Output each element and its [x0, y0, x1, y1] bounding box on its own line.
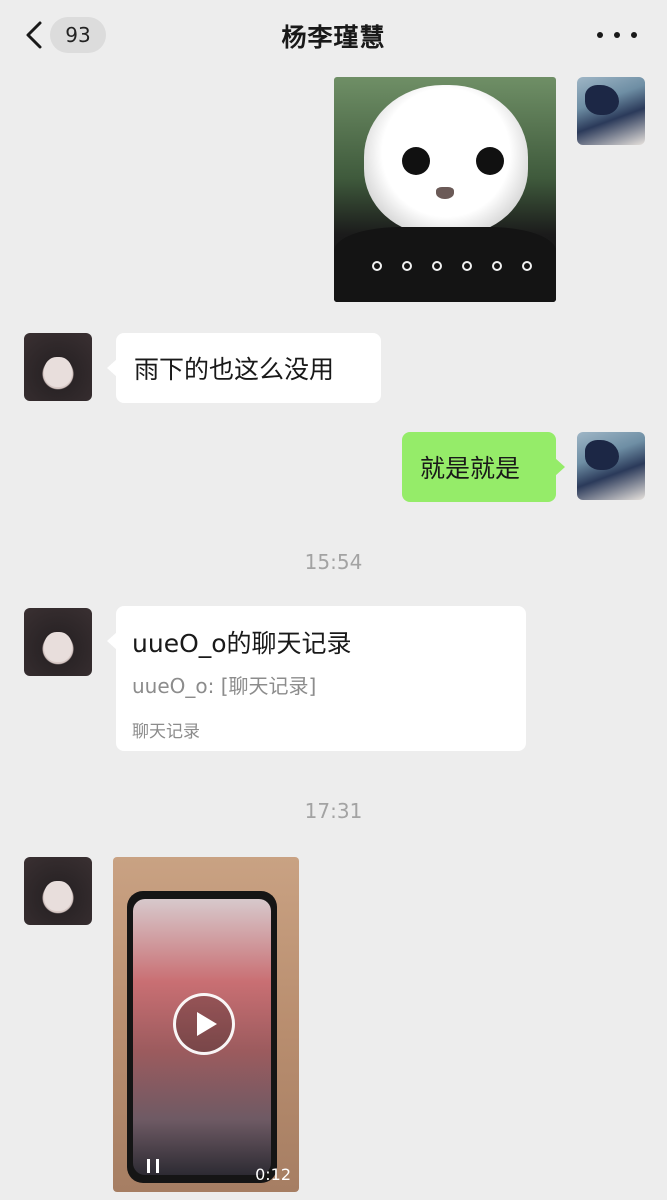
message-bubble[interactable]: 雨下的也这么没用 — [107, 333, 381, 403]
more-button[interactable] — [597, 22, 637, 48]
more-dots-icon — [597, 32, 603, 38]
card-title: uueO_o的聊天记录 — [132, 629, 352, 658]
message-text: 就是就是 — [420, 454, 521, 483]
chat-history-card[interactable]: uueO_o的聊天记录 uueO_o: [聊天记录] 聊天记录 — [107, 606, 526, 751]
message-bubble[interactable]: 就是就是 — [402, 432, 565, 502]
avatar-self[interactable] — [577, 432, 645, 500]
video-message[interactable]: 0:12 — [113, 857, 299, 1192]
play-icon[interactable] — [173, 993, 235, 1055]
sticker-dots — [372, 261, 532, 273]
avatar-self[interactable] — [577, 77, 645, 145]
card-footer: 聊天记录 — [132, 722, 200, 742]
chat-header: 93 杨李瑾慧 — [0, 0, 667, 70]
message-text: 雨下的也这么没用 — [134, 355, 335, 384]
pause-icon — [147, 1159, 159, 1173]
avatar-other[interactable] — [24, 857, 92, 925]
video-duration: 0:12 — [255, 1165, 291, 1184]
avatar-other[interactable] — [24, 608, 92, 676]
chat-title: 杨李瑾慧 — [281, 23, 386, 52]
timestamp: 15:54 — [304, 550, 363, 574]
chat-screen: 93 杨李瑾慧 雨下的也这么没用 就是就是 15:54 uueO_o的聊天记录 … — [0, 0, 667, 1200]
timestamp: 17:31 — [304, 799, 363, 823]
sticker-message[interactable] — [334, 77, 556, 302]
card-subtitle: uueO_o: [聊天记录] — [132, 674, 317, 698]
avatar-other[interactable] — [24, 333, 92, 401]
